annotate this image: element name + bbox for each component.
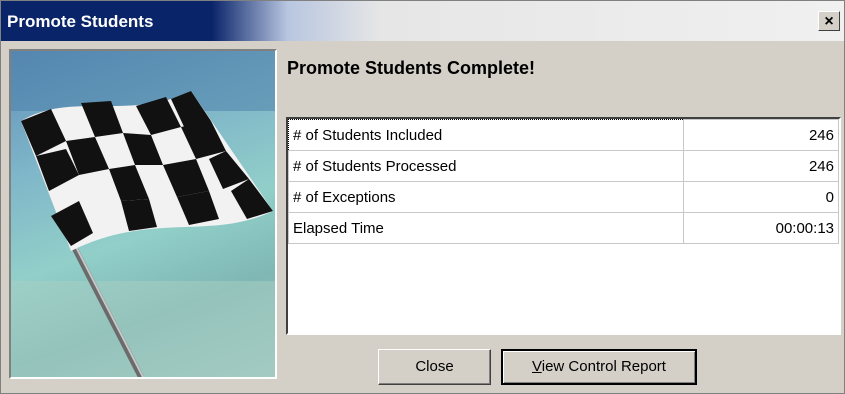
view-control-report-button[interactable]: View Control Report bbox=[501, 349, 697, 385]
table-row[interactable]: Elapsed Time 00:00:13 bbox=[288, 212, 839, 244]
row-value: 246 bbox=[683, 150, 839, 182]
results-grid[interactable]: # of Students Included 246 # of Students… bbox=[286, 117, 841, 335]
table-row[interactable]: # of Students Included 246 bbox=[288, 119, 839, 151]
checkered-flag-icon bbox=[11, 51, 275, 377]
checkered-flag-image bbox=[9, 49, 277, 379]
close-button[interactable]: Close bbox=[378, 349, 491, 385]
report-mnemonic: V bbox=[532, 358, 542, 375]
table-row[interactable]: # of Students Processed 246 bbox=[288, 150, 839, 182]
close-icon[interactable]: × bbox=[818, 11, 840, 31]
row-value: 0 bbox=[683, 181, 839, 213]
row-value: 00:00:13 bbox=[683, 212, 839, 244]
row-value: 246 bbox=[683, 119, 839, 151]
table-row[interactable]: # of Exceptions 0 bbox=[288, 181, 839, 213]
window-title: Promote Students bbox=[7, 12, 154, 31]
promote-students-dialog: Promote Students × Promote Students Comp… bbox=[0, 0, 845, 394]
title-bar[interactable]: Promote Students × bbox=[1, 1, 844, 41]
report-label: iew Control Report bbox=[541, 358, 666, 375]
row-label: # of Exceptions bbox=[288, 181, 684, 213]
completion-heading: Promote Students Complete! bbox=[287, 58, 536, 78]
row-label: # of Students Included bbox=[288, 119, 684, 151]
row-label: # of Students Processed bbox=[288, 150, 684, 182]
row-label: Elapsed Time bbox=[288, 212, 684, 244]
